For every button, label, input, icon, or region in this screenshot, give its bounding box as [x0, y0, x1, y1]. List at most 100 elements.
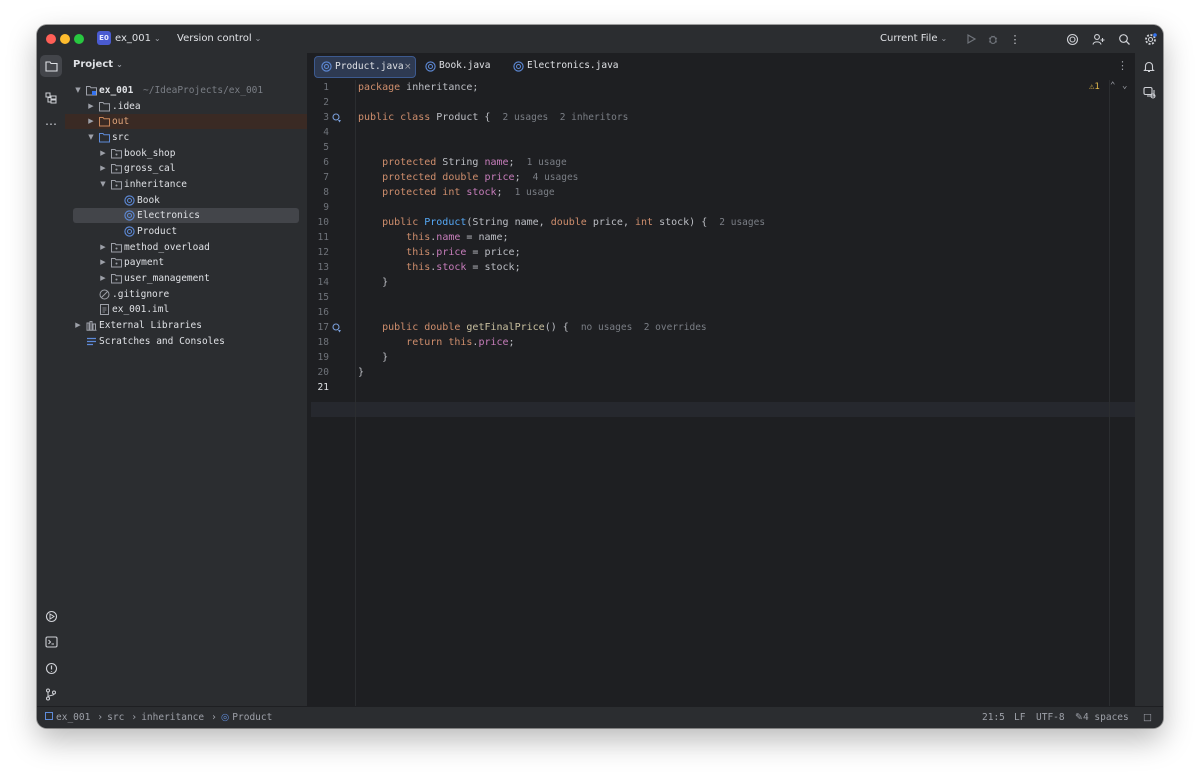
- tree-item-label: Scratches and Consoles: [99, 336, 225, 347]
- excluded-folder-icon: [99, 117, 110, 127]
- lock-icon[interactable]: □: [1143, 707, 1152, 728]
- project-name: ex_001: [115, 33, 151, 44]
- tree-item-electronics[interactable]: Electronics: [73, 208, 299, 223]
- breadcrumb-item[interactable]: inheritance: [141, 712, 204, 723]
- notifications-tool-button[interactable]: [1138, 55, 1160, 77]
- tree-root-ex001[interactable]: ▼ ex_001 ~/IdeaProjects/ex_001: [65, 83, 307, 98]
- chevron-up-icon[interactable]: ⌃: [1110, 81, 1115, 91]
- project-badge[interactable]: E0: [97, 31, 111, 45]
- tab-electronics-java[interactable]: Electronics.java: [509, 56, 619, 76]
- tree-item-src[interactable]: ▼ src: [65, 130, 307, 145]
- ai-assistant-icon[interactable]: [1064, 31, 1080, 47]
- minimize-window-button[interactable]: [60, 34, 70, 44]
- tree-item-out[interactable]: ▶ out: [65, 114, 307, 129]
- chevron-down-icon[interactable]: ⌄: [1122, 81, 1127, 91]
- tree-item-book[interactable]: Book: [65, 193, 307, 208]
- project-panel-title[interactable]: Project ⌄: [73, 53, 123, 77]
- warning-indicator[interactable]: ⚠1: [1089, 82, 1100, 92]
- zoom-window-button[interactable]: [74, 34, 84, 44]
- code-line-13: this.stock = stock;: [406, 262, 521, 273]
- version-control-menu[interactable]: Version control ⌄: [177, 25, 261, 53]
- run-icon[interactable]: [963, 31, 979, 47]
- line-number: 4: [323, 127, 329, 138]
- line-number: 20: [317, 367, 329, 378]
- search-icon[interactable]: [1116, 31, 1132, 47]
- code-line-19: }: [382, 352, 389, 363]
- line-number: 6: [323, 157, 329, 168]
- run-config-selector[interactable]: Current File ⌄: [880, 25, 947, 53]
- code-line-8: protected int stock; 1 usage: [382, 187, 555, 198]
- tree-item-label: out: [112, 116, 130, 127]
- terminal-tool-button[interactable]: [40, 631, 62, 653]
- tree-item-method-overload[interactable]: ▶ method_overload: [65, 240, 307, 255]
- line-number: 15: [317, 292, 329, 303]
- chevron-right-icon: ▶: [75, 321, 81, 329]
- right-margin-guide: [1109, 80, 1110, 706]
- class-icon: [124, 226, 135, 237]
- class-icon: [124, 195, 135, 206]
- tree-item-payment[interactable]: ▶ payment: [65, 255, 307, 270]
- structure-tool-button[interactable]: [40, 87, 62, 109]
- git-branch-icon: [46, 688, 56, 700]
- project-switcher[interactable]: ex_001 ⌄: [115, 25, 161, 53]
- tab-product-java[interactable]: Product.java ×: [314, 56, 416, 78]
- tree-item-label: src: [112, 132, 130, 143]
- tree-item-label: ex_001.iml: [112, 304, 170, 315]
- chat-icon: [1142, 86, 1155, 98]
- git-tool-button[interactable]: [40, 683, 62, 705]
- inheritors-gutter-icon[interactable]: [332, 113, 342, 123]
- tree-item-idea[interactable]: ▶ .idea: [65, 99, 307, 114]
- code-editor[interactable]: 1 2 3 4 5 6 7 8 9 10 11 12 13 14 15 16 1…: [311, 80, 1135, 706]
- chevron-down-icon: ⌄: [254, 34, 262, 43]
- inlay-hint: no usages 2 overrides: [580, 322, 707, 333]
- project-tool-button[interactable]: [40, 55, 62, 77]
- chevron-down-icon: ▼: [75, 86, 81, 94]
- chevron-down-icon: ▼: [100, 180, 106, 188]
- breadcrumb-item[interactable]: ex_001: [56, 712, 90, 723]
- status-bar: ex_001 › src › inheritance › ◎ Product 21:5…: [37, 706, 1163, 728]
- tree-item-book-shop[interactable]: ▶ book_shop: [65, 146, 307, 161]
- file-icon: [100, 304, 109, 315]
- line-number: 14: [317, 277, 329, 288]
- breadcrumb-item[interactable]: Product: [232, 712, 272, 723]
- tree-item-gross-cal[interactable]: ▶ gross_cal: [65, 161, 307, 176]
- code-line-18: return this.price;: [406, 337, 515, 348]
- debug-icon[interactable]: [985, 31, 1001, 47]
- code-line-14: }: [382, 277, 389, 288]
- indent-setting[interactable]: ✎4 spaces: [1075, 707, 1129, 728]
- settings-icon[interactable]: [1142, 31, 1158, 47]
- tree-item-gitignore[interactable]: .gitignore: [65, 287, 307, 302]
- more-tools-icon[interactable]: ⋯: [40, 113, 62, 135]
- tree-item-label: method_overload: [124, 242, 210, 253]
- inlay-hint: 2 usages 2 inheritors: [502, 112, 629, 123]
- line-ending[interactable]: LF: [1014, 707, 1025, 728]
- ai-chat-tool-button[interactable]: [1138, 81, 1160, 103]
- tree-item-user-management[interactable]: ▶ user_management: [65, 271, 307, 286]
- tab-book-java[interactable]: Book.java: [421, 56, 501, 76]
- run-tool-button[interactable]: [40, 605, 62, 627]
- tree-item-iml[interactable]: ex_001.iml: [65, 302, 307, 317]
- tree-item-inheritance[interactable]: ▼ inheritance: [65, 177, 307, 192]
- chevron-right-icon: ▶: [100, 164, 106, 172]
- run-config-label: Current File: [880, 33, 938, 44]
- close-window-button[interactable]: [46, 34, 56, 44]
- tree-item-external-libraries[interactable]: ▶ External Libraries: [65, 318, 307, 333]
- tree-item-label: user_management: [124, 273, 210, 284]
- more-actions-icon[interactable]: ⋮: [1007, 31, 1023, 47]
- caret-position[interactable]: 21:5: [982, 707, 1005, 728]
- add-user-icon[interactable]: [1090, 31, 1106, 47]
- chevron-down-icon: ⌄: [940, 34, 948, 43]
- tree-item-product[interactable]: Product: [65, 224, 307, 239]
- breadcrumb-item[interactable]: src: [107, 712, 124, 723]
- close-tab-icon[interactable]: ×: [404, 57, 412, 77]
- file-encoding[interactable]: UTF-8: [1036, 707, 1065, 728]
- line-number: 2: [323, 97, 329, 108]
- tab-options-icon[interactable]: ⋮: [1117, 59, 1128, 72]
- overrides-gutter-icon[interactable]: [332, 323, 342, 333]
- tab-label: Electronics.java: [527, 60, 619, 71]
- line-number: 5: [323, 142, 329, 153]
- problems-tool-button[interactable]: [40, 657, 62, 679]
- tree-item-scratches[interactable]: Scratches and Consoles: [65, 334, 307, 349]
- class-icon: [124, 210, 135, 221]
- ide-window: E0 ex_001 ⌄ Version control ⌄ Current File…: [37, 25, 1163, 728]
